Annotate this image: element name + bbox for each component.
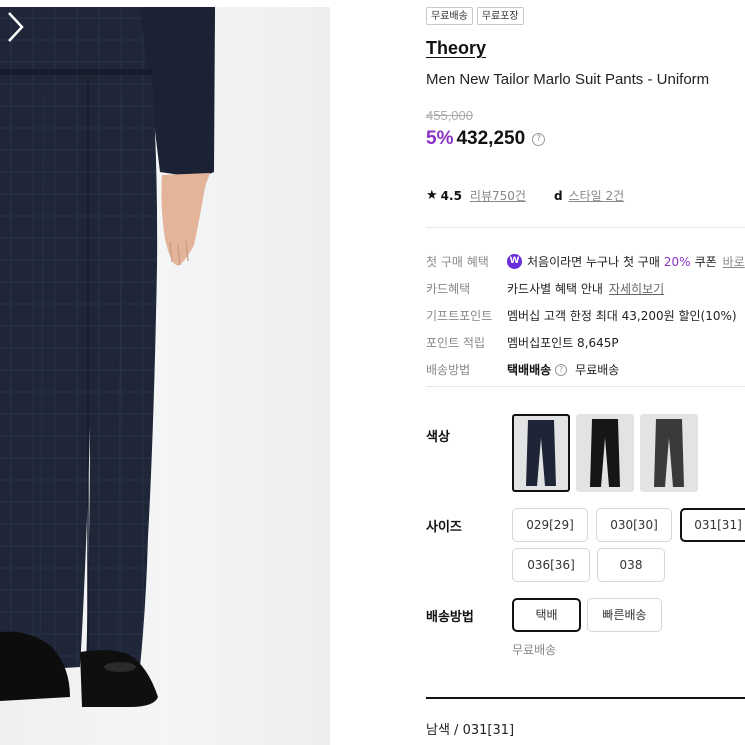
first-purchase-text: 처음이라면 누구나 첫 구매 — [527, 255, 660, 269]
size-option-029[interactable]: 029[29] — [512, 508, 588, 542]
info-row-gift-point: 기프트포인트 멤버십 고객 한정 최대 43,200원 할인(10%) — [426, 302, 745, 329]
review-link[interactable]: 리뷰750건 — [470, 187, 526, 204]
size-option-036[interactable]: 036[36] — [512, 548, 590, 582]
brand-link[interactable]: Theory — [426, 38, 486, 59]
info-label: 배송방법 — [426, 363, 471, 377]
help-icon[interactable]: ? — [532, 132, 546, 146]
info-label: 첫 구매 혜택 — [426, 255, 489, 269]
coupon-rate: 20% — [663, 254, 691, 269]
pants-black-icon — [590, 419, 620, 487]
size-option-038[interactable]: 038 — [597, 548, 665, 582]
coupon-text: 쿠폰 — [694, 255, 717, 269]
price-row: 5% 432,250 ? — [426, 128, 546, 150]
style-icon: d — [553, 188, 563, 203]
info-row-points: 포인트 적립 멤버십포인트 8,645P — [426, 329, 745, 356]
divider — [426, 386, 745, 387]
card-detail-link[interactable]: 자세히보기 — [609, 280, 664, 297]
benefit-info: 첫 구매 혜택 W 처음이라면 누구나 첫 구매 20% 쿠폰 바로 카드혜택 … — [426, 248, 745, 383]
shipping-option-fast[interactable]: 빠른배송 — [587, 598, 662, 632]
info-row-card: 카드혜택 카드사별 혜택 안내 자세히보기 — [426, 275, 745, 302]
size-option-030[interactable]: 030[30] — [596, 508, 672, 542]
gift-point-text: 멤버십 고객 한정 최대 43,200원 할인(10%) — [507, 309, 737, 323]
info-label: 카드혜택 — [426, 282, 471, 296]
pants-navy-icon — [526, 420, 556, 486]
coupon-link[interactable]: 바로 — [723, 253, 745, 270]
star-icon: ★ — [426, 188, 438, 203]
shipping-label: 배송방법 — [426, 610, 474, 625]
help-icon[interactable]: ? — [555, 363, 568, 376]
selected-option-summary: 남색 / 031[31] — [426, 723, 515, 738]
sale-price: 432,250 — [456, 128, 526, 149]
card-benefit-text: 카드사별 혜택 안내 — [507, 282, 603, 296]
info-row-first-purchase: 첫 구매 혜택 W 처음이라면 누구나 첫 구매 20% 쿠폰 바로 — [426, 248, 745, 275]
color-swatch-charcoal[interactable] — [640, 414, 698, 492]
free-packaging-badge: 무료포장 — [476, 7, 524, 25]
coupon-icon: W — [507, 254, 522, 269]
product-image — [0, 7, 330, 745]
badge-list: 무료배송 무료포장 — [426, 7, 524, 25]
points-text: 멤버십포인트 8,645P — [507, 336, 619, 350]
chevron-right-icon[interactable] — [0, 7, 30, 47]
size-option-031[interactable]: 031[31] — [680, 508, 745, 542]
color-label: 색상 — [426, 430, 450, 445]
rating-row: ★ 4.5 리뷰750건 d 스타일 2건 — [426, 187, 624, 204]
size-label: 사이즈 — [426, 520, 462, 535]
info-label: 포인트 적립 — [426, 336, 486, 350]
shipping-fee: 무료배송 — [575, 363, 620, 377]
product-title: Men New Tailor Marlo Suit Pants - Unifor… — [426, 71, 710, 88]
pants-charcoal-icon — [654, 419, 684, 487]
shipping-fee-note: 무료배송 — [512, 643, 557, 657]
divider — [426, 697, 745, 699]
divider — [426, 227, 745, 228]
info-label: 기프트포인트 — [426, 309, 493, 323]
color-swatch-black[interactable] — [576, 414, 634, 492]
discount-rate: 5% — [426, 128, 454, 149]
color-swatch-navy[interactable] — [512, 414, 570, 492]
shipping-type: 택배배송 — [507, 363, 552, 377]
style-link[interactable]: 스타일 2건 — [569, 187, 625, 204]
rating-value: 4.5 — [440, 188, 462, 203]
original-price: 455,000 — [426, 108, 473, 123]
shipping-option-parcel[interactable]: 택배 — [512, 598, 581, 632]
info-row-shipping: 배송방법 택배배송 ? 무료배송 — [426, 356, 745, 383]
product-photo-illustration — [0, 7, 215, 707]
free-shipping-badge: 무료배송 — [426, 7, 473, 25]
